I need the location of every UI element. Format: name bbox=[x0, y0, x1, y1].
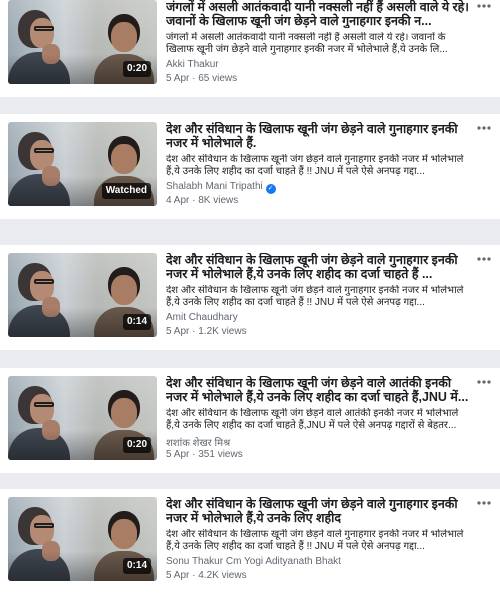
author-name[interactable]: Shalabh Mani Tripathi bbox=[166, 181, 263, 192]
video-card[interactable]: 0:20 देश और संविधान के खिलाफ खूनी जंग छे… bbox=[0, 368, 500, 473]
video-author[interactable]: Shalabh Mani Tripathi ✓ bbox=[166, 181, 276, 194]
duration-badge: 0:14 bbox=[122, 314, 151, 330]
video-results-list: 0:20 जंगलों में असली आतंकवादी यानी नक्सल… bbox=[0, 0, 500, 594]
video-description: जंगलों में असली आतंकवादी यानी नक्सली नही… bbox=[166, 32, 448, 55]
video-title[interactable]: देश और संविधान के खिलाफ खूनी जंग छेड़ने … bbox=[166, 376, 472, 404]
video-meta: 5 Apr · 1.2K views bbox=[166, 326, 247, 337]
ellipsis-icon[interactable] bbox=[476, 124, 492, 136]
video-meta: 5 Apr · 351 views bbox=[166, 449, 243, 460]
author-name[interactable]: शशांक शेखर मिश्र bbox=[166, 438, 230, 449]
more-options-icon bbox=[477, 257, 491, 261]
ellipsis-icon[interactable] bbox=[476, 499, 492, 511]
verified-icon: ✓ bbox=[265, 184, 276, 194]
video-title[interactable]: देश और संविधान के खिलाफ खूनी जंग छेड़ने … bbox=[166, 497, 472, 525]
video-meta: 4 Apr · 8K views bbox=[166, 195, 239, 206]
video-title[interactable]: देश और संविधान के खिलाफ खूनी जंग छेड़ने … bbox=[166, 253, 472, 281]
video-thumbnail[interactable]: Watched bbox=[8, 122, 157, 206]
duration-badge: 0:14 bbox=[122, 558, 151, 574]
video-thumbnail[interactable]: 0:20 bbox=[8, 376, 157, 460]
video-author[interactable]: Amit Chaudhary bbox=[166, 312, 238, 323]
ellipsis-icon[interactable] bbox=[476, 255, 492, 267]
video-author[interactable]: Sonu Thakur Cm Yogi Adityanath Bhakt bbox=[166, 556, 341, 567]
duration-badge: 0:20 bbox=[122, 61, 151, 77]
more-options-icon bbox=[477, 126, 491, 130]
author-name[interactable]: Akki Thakur bbox=[166, 59, 219, 70]
watched-badge: Watched bbox=[101, 183, 151, 199]
video-card[interactable]: 0:14 देश और संविधान के खिलाफ खूनी जंग छे… bbox=[0, 489, 500, 594]
ellipsis-icon[interactable] bbox=[476, 2, 492, 14]
video-thumbnail[interactable]: 0:14 bbox=[8, 253, 157, 337]
video-description: देश और संविधान के खिलाफ खूनी जंग छेड़ने … bbox=[166, 285, 464, 308]
video-description: देश और संविधान के खिलाफ खूनी जंग छेड़ने … bbox=[166, 154, 464, 177]
video-card[interactable]: 0:20 जंगलों में असली आतंकवादी यानी नक्सल… bbox=[0, 0, 500, 97]
video-thumbnail[interactable]: 0:14 bbox=[8, 497, 157, 581]
video-title[interactable]: जंगलों में असली आतंकवादी यानी नक्सली नही… bbox=[166, 0, 472, 28]
video-description: देश और संविधान के खिलाफ खूनी जंग छेड़ने … bbox=[166, 529, 464, 552]
video-title[interactable]: देश और संविधान के खिलाफ खूनी जंग छेड़ने … bbox=[166, 122, 472, 150]
video-meta: 5 Apr · 4.2K views bbox=[166, 570, 247, 581]
video-description: देश और संविधान के खिलाफ खूनी जंग छेड़ने … bbox=[166, 408, 459, 431]
more-options-icon bbox=[477, 4, 491, 8]
video-card[interactable]: 0:14 देश और संविधान के खिलाफ खूनी जंग छे… bbox=[0, 245, 500, 350]
video-thumbnail[interactable]: 0:20 bbox=[8, 0, 157, 84]
video-author[interactable]: शशांक शेखर मिश्र bbox=[166, 435, 230, 449]
video-meta: 5 Apr · 65 views bbox=[166, 73, 238, 84]
video-author[interactable]: Akki Thakur bbox=[166, 59, 219, 70]
video-card[interactable]: Watched देश और संविधान के खिलाफ खूनी जंग… bbox=[0, 114, 500, 219]
author-name[interactable]: Amit Chaudhary bbox=[166, 312, 238, 323]
ellipsis-icon[interactable] bbox=[476, 378, 492, 390]
duration-badge: 0:20 bbox=[122, 437, 151, 453]
more-options-icon bbox=[477, 501, 491, 505]
author-name[interactable]: Sonu Thakur Cm Yogi Adityanath Bhakt bbox=[166, 556, 341, 567]
more-options-icon bbox=[477, 380, 491, 384]
